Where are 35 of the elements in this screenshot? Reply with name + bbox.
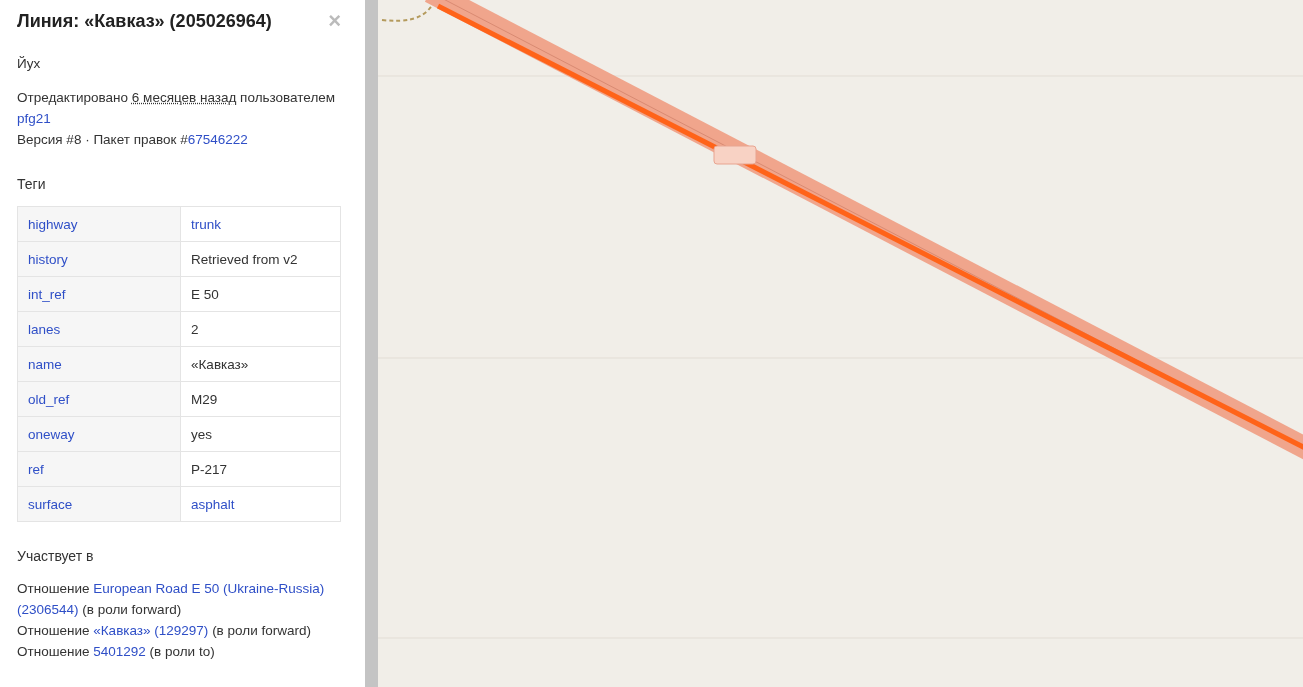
membership-item: Отношение «Кавказ» (129297) (в роли forward) [17, 622, 312, 640]
tag-key[interactable]: name [28, 356, 62, 372]
tag-key[interactable]: int_ref [28, 286, 66, 302]
changeset-link[interactable]: 67546222 [187, 132, 248, 147]
relation-id-link[interactable]: (2306544) [17, 602, 79, 617]
section-heading: Теги [17, 176, 47, 192]
panel-title: Линия: «Кавказ» (205026964) [17, 10, 272, 32]
tag-value: yes [180, 416, 341, 452]
tag-key[interactable]: oneway [28, 426, 75, 442]
tag-value[interactable]: asphalt [180, 486, 341, 522]
changeset-comment: Йух [17, 56, 42, 71]
tag-value: P-217 [180, 451, 341, 487]
tag-key[interactable]: old_ref [28, 391, 70, 407]
relation-link[interactable]: European Road E 50 (Ukraine-Russia) [93, 581, 325, 596]
tag-value: 2 [180, 311, 341, 347]
tag-key[interactable]: history [28, 251, 68, 267]
version-info: Версия #8 · Пакет правок #67546222 [17, 131, 249, 149]
membership-item: Отношение European Road E 50 (Ukraine-Russia) (2306544) (в роли forward) [17, 580, 326, 619]
sidebar-resize-handle[interactable] [365, 0, 378, 687]
tag-value: Retrieved from v2 [180, 241, 341, 277]
tag-key[interactable]: lanes [28, 321, 61, 337]
edit-info: Отредактировано 6 месяцев назад пользователем pfg21 [17, 89, 337, 128]
tag-value: «Кавказ» [180, 346, 341, 382]
tag-value: M29 [180, 381, 341, 417]
section-heading: Участвует в [17, 548, 95, 564]
tag-value[interactable]: trunk [180, 206, 341, 242]
tag-value: E 50 [180, 276, 341, 312]
relation-link[interactable]: «Кавказ» [93, 623, 151, 638]
tag-key[interactable]: highway [28, 216, 78, 232]
relation-link[interactable]: 5401292 [93, 644, 146, 659]
tag-key[interactable]: ref [28, 461, 44, 477]
membership-item: Отношение 5401292 (в роли to) [17, 643, 216, 661]
tag-key[interactable]: surface [28, 496, 73, 512]
user-link[interactable]: pfg21 [17, 111, 51, 126]
relation-id-link[interactable]: (129297) [154, 623, 209, 638]
